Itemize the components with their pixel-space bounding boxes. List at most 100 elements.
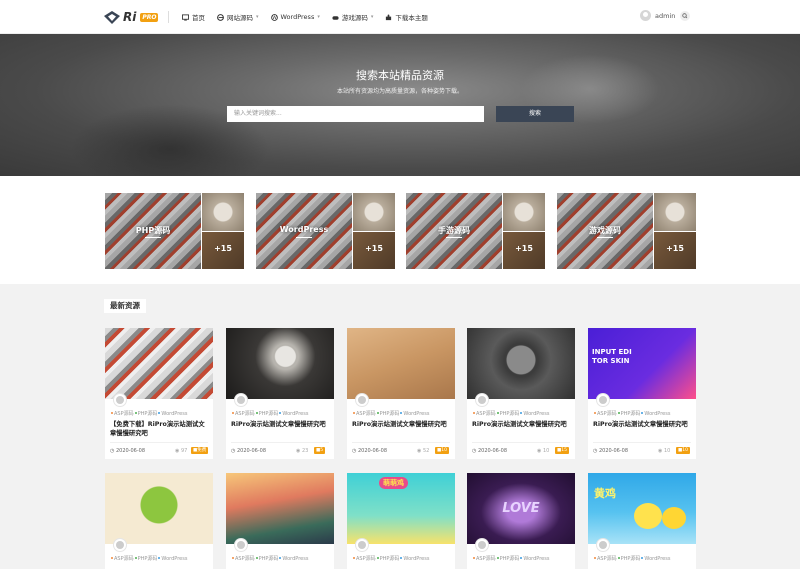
tag-link[interactable]: WordPress (161, 411, 187, 417)
nav-item-home[interactable]: 首页 (182, 12, 205, 22)
site-logo[interactable]: Ri PRO (104, 9, 159, 25)
tag-link[interactable]: ASP源码 (597, 556, 617, 562)
tag-link[interactable]: ASP源码 (114, 411, 134, 417)
tag-link[interactable]: WordPress (403, 556, 429, 562)
tag-link[interactable]: PHP源码 (380, 411, 400, 417)
avatar (475, 538, 489, 552)
views-count: 10 (542, 448, 550, 454)
nav-label: WordPress (280, 13, 315, 21)
price-badge: ■5 (314, 447, 326, 454)
resource-card[interactable]: ASP源码 PHP源码 WordPress 【免费下载】RiPro演示站测试文章慢慢… (105, 328, 213, 459)
resource-card[interactable]: INPUT EDI TOR SKIN ASP源码 PHP源码 WordPress R… (588, 328, 696, 459)
nav-label: 下载本主题 (395, 14, 428, 22)
tag-link[interactable]: ASP源码 (356, 556, 376, 562)
date-text: 2020-06-08 (236, 448, 267, 454)
resource-card[interactable]: 萌萌鸡 ASP源码 PHP源码 WordPress (347, 473, 455, 569)
card-image-text: INPUT EDI TOR SKIN (592, 348, 632, 365)
category-underline (597, 237, 613, 238)
nav-item-download-theme[interactable]: 下载本主题 (385, 12, 428, 22)
card-title[interactable]: 【免费下载】RiPro演示站测试文章慢慢研究吧 (110, 420, 210, 438)
tag-link[interactable]: PHP源码 (259, 556, 279, 562)
card-title[interactable]: RiPro演示站测试文章慢慢研究吧 (352, 420, 452, 429)
date-text: 2020-06-08 (477, 448, 508, 454)
tag-link[interactable]: ASP源码 (235, 556, 255, 562)
card-image (105, 328, 213, 399)
nav-label: 首页 (192, 14, 205, 22)
tag-link[interactable]: ASP源码 (476, 556, 496, 562)
edge-icon (217, 13, 224, 21)
card-image (226, 473, 334, 544)
tag-link[interactable]: ASP源码 (597, 411, 617, 417)
search-input[interactable]: 输入关键词搜索... (227, 106, 484, 122)
tag-link[interactable]: PHP源码 (621, 556, 641, 562)
main-nav: 首页 网站源码 ▾ W WordPress ▾ 游戏源码 ▾ 下载本主题 (182, 0, 428, 34)
search-button[interactable]: 搜索 (496, 106, 574, 122)
category-underline (145, 237, 161, 238)
tag-link[interactable]: PHP源码 (259, 411, 279, 417)
category-label: 游戏源码 (589, 226, 621, 235)
card-tags: ASP源码 PHP源码 WordPress (110, 555, 187, 562)
tag-link[interactable]: ASP源码 (114, 556, 134, 562)
tag-link[interactable]: PHP源码 (138, 556, 158, 562)
avatar (234, 538, 248, 552)
category-card-php[interactable]: PHP源码 +15 (105, 193, 244, 269)
category-card-wordpress[interactable]: WordPress +15 (256, 193, 395, 269)
resource-card[interactable]: ASP源码 PHP源码 WordPress (226, 473, 334, 569)
card-image: 萌萌鸡 (347, 473, 455, 544)
card-views: ◉ 97 (175, 448, 187, 454)
card-tags: ASP源码 PHP源码 WordPress (110, 410, 187, 417)
resource-card[interactable]: ASP源码 PHP源码 WordPress RiPro演示站测试文章慢慢研究吧 ◷ … (226, 328, 334, 459)
tag-link[interactable]: WordPress (644, 556, 670, 562)
tag-link[interactable]: WordPress (403, 411, 429, 417)
resource-card[interactable]: ASP源码 PHP源码 WordPress RiPro演示站测试文章慢慢研究吧 ◷ … (347, 328, 455, 459)
nav-label: 游戏源码 (341, 14, 368, 22)
tag-link[interactable]: PHP源码 (621, 411, 641, 417)
svg-text:W: W (272, 15, 277, 21)
nav-label: 网站源码 (227, 14, 253, 22)
category-card-mobile-games[interactable]: 手游源码 +15 (406, 193, 545, 269)
tag-link[interactable]: WordPress (282, 411, 308, 417)
card-tags: ASP源码 PHP源码 WordPress (231, 555, 308, 562)
price-badge: ■10 (435, 447, 449, 454)
card-title[interactable]: RiPro演示站测试文章慢慢研究吧 (472, 420, 572, 429)
price-badge: ■15 (555, 447, 569, 454)
tag-link[interactable]: PHP源码 (138, 411, 158, 417)
nav-item-game-source[interactable]: 游戏源码 ▾ (332, 12, 374, 22)
category-count: +15 (515, 244, 533, 253)
category-card-games[interactable]: 游戏源码 +15 (557, 193, 696, 269)
category-underline (296, 237, 312, 238)
search-toggle[interactable] (680, 11, 690, 21)
card-title[interactable]: RiPro演示站测试文章慢慢研究吧 (593, 420, 693, 429)
tag-link[interactable]: PHP源码 (380, 556, 400, 562)
tag-link[interactable]: ASP源码 (476, 411, 496, 417)
card-views: ◉ 52 (417, 448, 429, 454)
nav-item-wordpress[interactable]: W WordPress ▾ (270, 13, 320, 21)
card-image (467, 328, 575, 399)
section-title: 最新资源 (104, 299, 146, 313)
user-menu[interactable]: admin (640, 10, 675, 21)
card-title[interactable]: RiPro演示站测试文章慢慢研究吧 (231, 420, 331, 429)
card-tags: ASP源码 PHP源码 WordPress (472, 555, 549, 562)
badge-text: 5 (320, 448, 324, 453)
tag-link[interactable]: WordPress (523, 556, 549, 562)
tag-link[interactable]: PHP源码 (500, 556, 520, 562)
tag-link[interactable]: WordPress (282, 556, 308, 562)
nav-item-site-source[interactable]: 网站源码 ▾ (217, 12, 259, 22)
card-image-text: LOVE (502, 501, 540, 516)
wordpress-icon: W (270, 13, 278, 21)
resource-card[interactable]: LOVE ASP源码 PHP源码 WordPress (467, 473, 575, 569)
resource-card[interactable]: ASP源码 PHP源码 WordPress (105, 473, 213, 569)
card-tags: ASP源码 PHP源码 WordPress (352, 410, 429, 417)
tag-link[interactable]: ASP源码 (235, 411, 255, 417)
puzzle-icon (386, 13, 392, 20)
category-count: +15 (365, 244, 383, 253)
tag-link[interactable]: PHP源码 (500, 411, 520, 417)
tag-link[interactable]: WordPress (644, 411, 670, 417)
tag-link[interactable]: WordPress (523, 411, 549, 417)
chevron-down-icon: ▾ (370, 14, 374, 20)
card-tags: ASP源码 PHP源码 WordPress (231, 410, 308, 417)
tag-link[interactable]: ASP源码 (356, 411, 376, 417)
resource-card[interactable]: 黄鸡 ASP源码 PHP源码 WordPress (588, 473, 696, 569)
tag-link[interactable]: WordPress (161, 556, 187, 562)
resource-card[interactable]: ASP源码 PHP源码 WordPress RiPro演示站测试文章慢慢研究吧 ◷ … (467, 328, 575, 459)
